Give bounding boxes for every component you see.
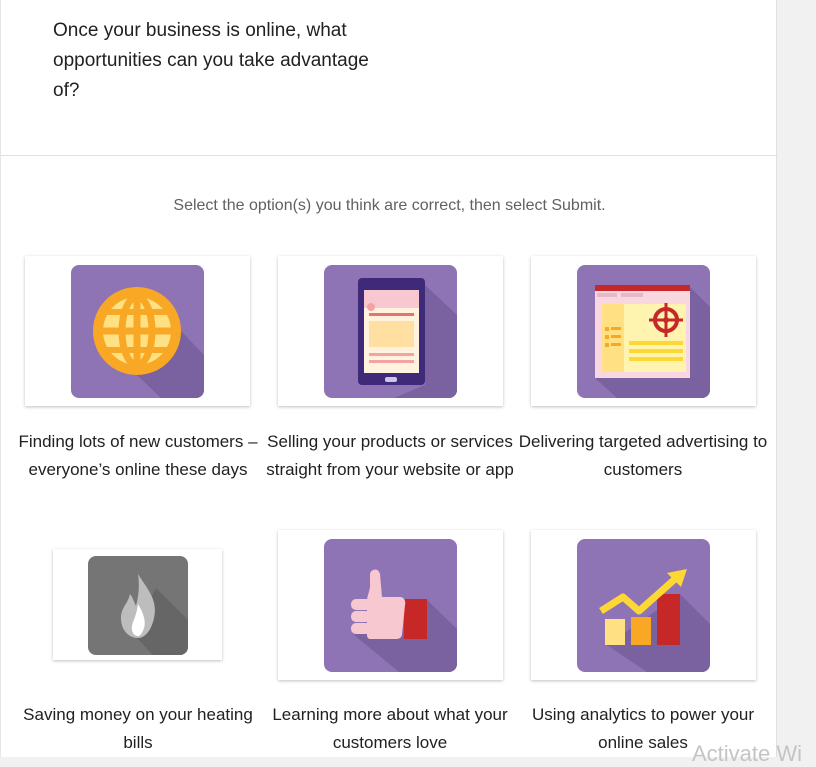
flame-icon <box>88 556 188 655</box>
option-card-new-customers[interactable] <box>25 256 250 406</box>
option-card-heating[interactable] <box>53 549 222 660</box>
option-label-selling[interactable]: Selling your products or services straig… <box>265 428 515 483</box>
tablet-icon <box>324 265 457 398</box>
question-panel: Once your business is online, what oppor… <box>0 0 778 757</box>
option-label-advertising[interactable]: Delivering targeted advertising to custo… <box>518 428 768 483</box>
option-label-learning[interactable]: Learning more about what your customers … <box>265 701 515 756</box>
question-text: Once your business is online, what oppor… <box>53 20 369 101</box>
option-label-new-customers[interactable]: Finding lots of new customers – everyone… <box>13 428 263 483</box>
option-card-analytics[interactable] <box>531 530 756 680</box>
globe-icon <box>71 265 204 398</box>
target-ad-icon <box>577 265 710 398</box>
instruction-text: Select the option(s) you think are corre… <box>173 197 606 214</box>
divider <box>1 155 778 156</box>
option-card-advertising[interactable] <box>531 256 756 406</box>
option-card-selling[interactable] <box>278 256 503 406</box>
option-label-heating[interactable]: Saving money on your heating bills <box>13 701 263 756</box>
thumbs-up-icon <box>324 539 457 672</box>
analytics-chart-icon <box>577 539 710 672</box>
windows-activation-watermark: Activate Wi <box>692 741 803 766</box>
option-card-learning[interactable] <box>278 530 503 680</box>
